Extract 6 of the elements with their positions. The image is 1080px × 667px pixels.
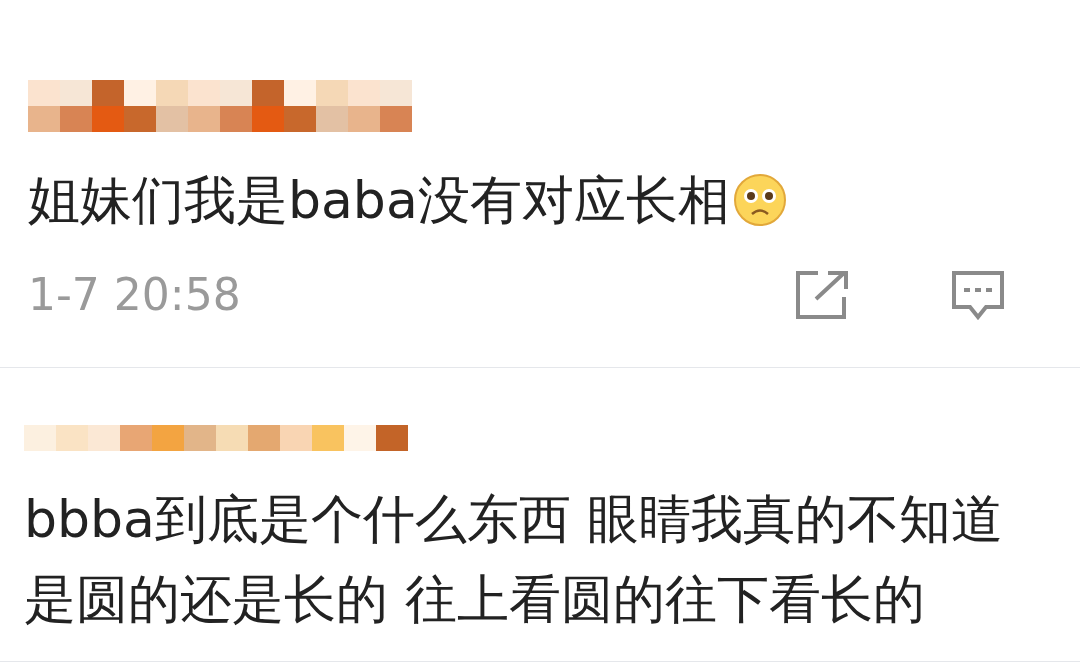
comment-text: bbba到底是个什么东西 眼睛我真的不知道 是圆的还是长的 往上看圆的往下看长的 [24,488,1004,631]
comment-text: 姐妹们我是baba没有对应长相 [28,169,730,232]
comment-icon[interactable] [950,269,1006,321]
comment-time: 1-7 20:58 [28,268,241,322]
share-icon[interactable] [794,269,850,321]
pleading-face-icon [733,174,786,226]
